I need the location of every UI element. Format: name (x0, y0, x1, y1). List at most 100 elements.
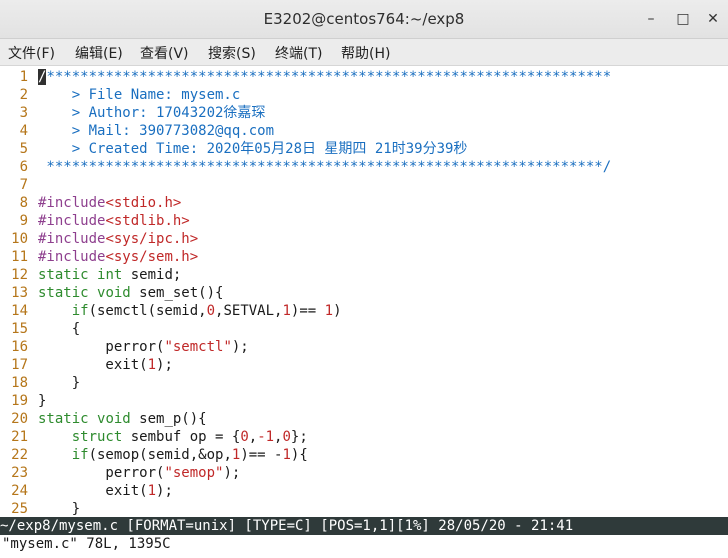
code-token: #include (38, 249, 106, 265)
code-text: } (38, 374, 80, 392)
code-line: 6 **************************************… (0, 158, 728, 176)
line-number: 5 (19, 141, 28, 157)
code-token: "semctl" (164, 339, 232, 355)
menu-edit[interactable]: 编辑(E) (75, 43, 123, 63)
code-line: 24 exit(1); (0, 482, 728, 500)
maximize-icon[interactable]: □ (674, 10, 692, 28)
code-token: ); (156, 483, 173, 499)
code-token: exit( (38, 483, 148, 499)
code-token: > Mail: 390773082@qq.com (38, 123, 275, 139)
code-token: 1 (324, 303, 334, 319)
code-token: void (97, 285, 131, 301)
line-number: 20 (11, 411, 28, 427)
vim-editor[interactable]: 1 /**************************************… (0, 66, 728, 518)
code-line: 2 > File Name: mysem.c (0, 86, 728, 104)
menu-file[interactable]: 文件(F) (8, 43, 55, 63)
line-number: 13 (11, 285, 28, 301)
code-line: 11 #include<sys/sem.h> (0, 248, 728, 266)
code-line: 18 } (0, 374, 728, 392)
window-title: E3202@centos764:~/exp8 (263, 10, 465, 28)
code-line: 13 static void sem_set(){ (0, 284, 728, 302)
code-token: #include (38, 231, 106, 247)
menu-terminal[interactable]: 终端(T) (275, 43, 322, 63)
code-token: 1 (147, 357, 157, 373)
vim-command-line[interactable]: "mysem.c" 78L, 1395C (0, 535, 728, 558)
code-text: exit(1); (38, 356, 173, 374)
code-line: 8 #include<stdio.h> (0, 194, 728, 212)
code-text: #include<stdlib.h> (38, 212, 190, 230)
code-line: 14 if(semctl(semid,0,SETVAL,1)== 1) (0, 302, 728, 320)
code-token: (semctl(semid, (88, 303, 207, 319)
code-token: > Created Time: 2020年05月28日 星期四 21时39分39… (38, 141, 468, 157)
code-token: <stdlib.h> (105, 213, 190, 229)
code-token: 1 (282, 303, 291, 319)
line-number: 12 (11, 267, 28, 283)
menu-bar: 文件(F) 编辑(E) 查看(V) 搜索(S) 终端(T) 帮助(H) (0, 39, 728, 66)
code-token: sem_p(){ (130, 411, 207, 427)
code-token: { (38, 321, 81, 337)
menu-search[interactable]: 搜索(S) (208, 43, 256, 63)
code-text: > Created Time: 2020年05月28日 星期四 21时39分39… (38, 140, 468, 158)
code-token: 1 (282, 447, 291, 463)
code-token: )== (290, 303, 325, 319)
code-text: struct sembuf op = {0,-1,0}; (38, 428, 308, 446)
code-line: 25 } (0, 500, 728, 518)
code-token: perror( (38, 339, 165, 355)
code-line: 21 struct sembuf op = {0,-1,0}; (0, 428, 728, 446)
code-text: if(semctl(semid,0,SETVAL,1)== 1) (38, 302, 342, 320)
code-token: sembuf op = { (122, 429, 241, 445)
code-text: perror("semctl"); (38, 338, 249, 356)
code-line: 15 { (0, 320, 728, 338)
code-token: 0 (282, 429, 291, 445)
code-line: 9 #include<stdlib.h> (0, 212, 728, 230)
code-text: if(semop(semid,&op,1)== -1){ (38, 446, 308, 464)
code-token: "semop" (164, 465, 224, 481)
code-line: 5 > Created Time: 2020年05月28日 星期四 21时39分… (0, 140, 728, 158)
code-text: { (38, 320, 80, 338)
scrollbar[interactable] (720, 66, 728, 516)
code-text: ****************************************… (38, 158, 611, 176)
code-token: static (38, 411, 89, 427)
line-number: 9 (19, 213, 28, 229)
code-token: /***************************************… (38, 69, 612, 85)
minimize-icon[interactable]: – (642, 10, 660, 28)
code-token: ); (156, 357, 173, 373)
code-token: ) (333, 303, 342, 319)
code-token: }; (290, 429, 308, 445)
code-line: 10 #include<sys/ipc.h> (0, 230, 728, 248)
code-token: static (38, 285, 89, 301)
menu-help[interactable]: 帮助(H) (341, 43, 390, 63)
menu-view[interactable]: 查看(V) (140, 43, 189, 63)
line-number: 8 (19, 195, 28, 211)
code-text: } (38, 392, 46, 410)
code-text: #include<stdio.h> (38, 194, 181, 212)
code-token: > File Name: mysem.c (38, 87, 241, 103)
code-token: (semop(semid,&op, (88, 447, 232, 463)
line-number: 3 (19, 105, 28, 121)
code-token: 0 (206, 303, 216, 319)
vim-status-line: ~/exp8/mysem.c [FORMAT=unix] [TYPE=C] [P… (0, 517, 728, 535)
code-line: 1 /**************************************… (0, 68, 728, 86)
line-number: 22 (11, 447, 28, 463)
line-number: 25 (11, 501, 28, 517)
line-number: 23 (11, 465, 28, 481)
code-token: -1 (257, 429, 275, 445)
code-token: sem_set(){ (130, 285, 224, 301)
code-text: #include<sys/ipc.h> (38, 230, 198, 248)
code-line: 20 static void sem_p(){ (0, 410, 728, 428)
code-text: } (38, 500, 80, 518)
code-line: 4 > Mail: 390773082@qq.com (0, 122, 728, 140)
close-icon[interactable]: ✕ (704, 10, 722, 28)
code-line: 22 if(semop(semid,&op,1)== -1){ (0, 446, 728, 464)
code-token: ); (231, 339, 249, 355)
code-token: <sys/sem.h> (105, 249, 199, 265)
code-text: > Author: 17043202徐嘉琛 (38, 104, 266, 122)
code-token: exit( (38, 357, 148, 373)
code-text: > Mail: 390773082@qq.com (38, 122, 274, 140)
line-number: 19 (11, 393, 28, 409)
code-token: <sys/ipc.h> (105, 231, 199, 247)
